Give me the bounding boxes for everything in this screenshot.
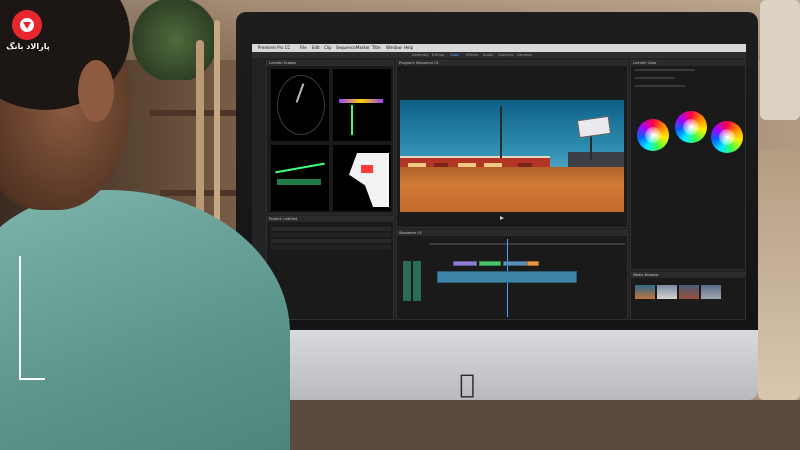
menu-clip[interactable]: Clip — [324, 45, 332, 51]
time-ruler[interactable] — [429, 243, 625, 245]
workspace-tab[interactable]: Effects — [466, 53, 478, 57]
desk-side — [758, 150, 800, 400]
video-clip[interactable] — [527, 261, 539, 266]
apple-logo-icon:  — [455, 371, 479, 399]
media-thumbnail[interactable] — [635, 285, 655, 299]
list-item[interactable] — [271, 239, 391, 243]
audio-meter — [403, 261, 411, 301]
media-thumbnail[interactable] — [679, 285, 699, 299]
panel-title: Lumetri Color — [633, 61, 657, 65]
list-item[interactable] — [271, 245, 391, 249]
workspace-tab[interactable]: Graphics — [498, 53, 513, 57]
panel-title: Media Browser — [633, 273, 659, 277]
panel-title: Project: Untitled — [269, 217, 298, 221]
workspace-bar: Assembly Editing Color Effects Audio Gra… — [252, 52, 746, 58]
audio-meter — [413, 261, 421, 301]
mac-menubar: Premiere Pro CC File Edit Clip Sequence … — [252, 44, 746, 52]
program-video-frame — [400, 100, 624, 212]
workspace-tab[interactable]: Libraries — [517, 53, 532, 57]
menu-marker[interactable]: Marker — [356, 45, 370, 51]
vectorscope — [271, 69, 329, 141]
plant-leaves — [130, 0, 220, 80]
panel-title: Sequence 01 — [399, 231, 422, 235]
menu-sequence[interactable]: Sequence — [336, 45, 356, 51]
timeline-panel: Sequence 01 — [396, 230, 628, 320]
media-browser-panel: Media Browser — [630, 272, 746, 320]
imac-screen: Premiere Pro CC File Edit Clip Sequence … — [252, 44, 746, 320]
menu-edit[interactable]: Edit — [312, 45, 320, 51]
lumetri-color-panel: Lumetri Color — [630, 60, 746, 270]
menu-title[interactable]: Title — [372, 45, 381, 51]
list-item[interactable] — [271, 233, 391, 237]
menu-window[interactable]: Window — [386, 45, 402, 51]
workspace-tab-active[interactable]: Color — [450, 53, 459, 57]
video-clip[interactable] — [479, 261, 501, 266]
logo-mark-icon — [20, 18, 34, 32]
waveform-scope — [333, 69, 391, 141]
workspace-tab[interactable]: Assembly — [412, 53, 429, 57]
corner-mark — [19, 256, 21, 380]
midtones-wheel[interactable] — [675, 111, 707, 143]
person-ear — [78, 60, 114, 122]
corner-mark — [19, 378, 45, 380]
menu-help[interactable]: Help — [404, 45, 413, 51]
parade-scope — [271, 145, 329, 211]
audio-clip[interactable] — [437, 271, 577, 283]
video-ground — [400, 167, 624, 212]
imac-chin — [236, 330, 758, 400]
histogram-scope — [333, 145, 391, 211]
panel-title: Lumetri Scopes — [269, 61, 297, 65]
video-clip[interactable] — [453, 261, 477, 266]
workspace-tab[interactable]: Editing — [432, 53, 444, 57]
media-thumbnail[interactable] — [701, 285, 721, 299]
scopes-panel: Lumetri Scopes — [266, 60, 394, 214]
menu-app[interactable]: Premiere Pro CC — [258, 45, 290, 51]
media-thumbnail[interactable] — [657, 285, 677, 299]
menu-file[interactable]: File — [300, 45, 307, 51]
panel-title: Program: Sequence 01 — [399, 61, 439, 65]
brand-logo-icon — [12, 10, 42, 40]
workspace-tab[interactable]: Audio — [483, 53, 493, 57]
window-light — [760, 0, 800, 120]
list-item[interactable] — [271, 227, 391, 231]
shadows-wheel[interactable] — [637, 119, 669, 151]
brand-logo-text: پارالاد بانگ — [6, 42, 50, 51]
playback-controls[interactable] — [400, 214, 624, 222]
play-icon[interactable] — [500, 216, 504, 220]
highlights-wheel[interactable] — [711, 121, 743, 153]
